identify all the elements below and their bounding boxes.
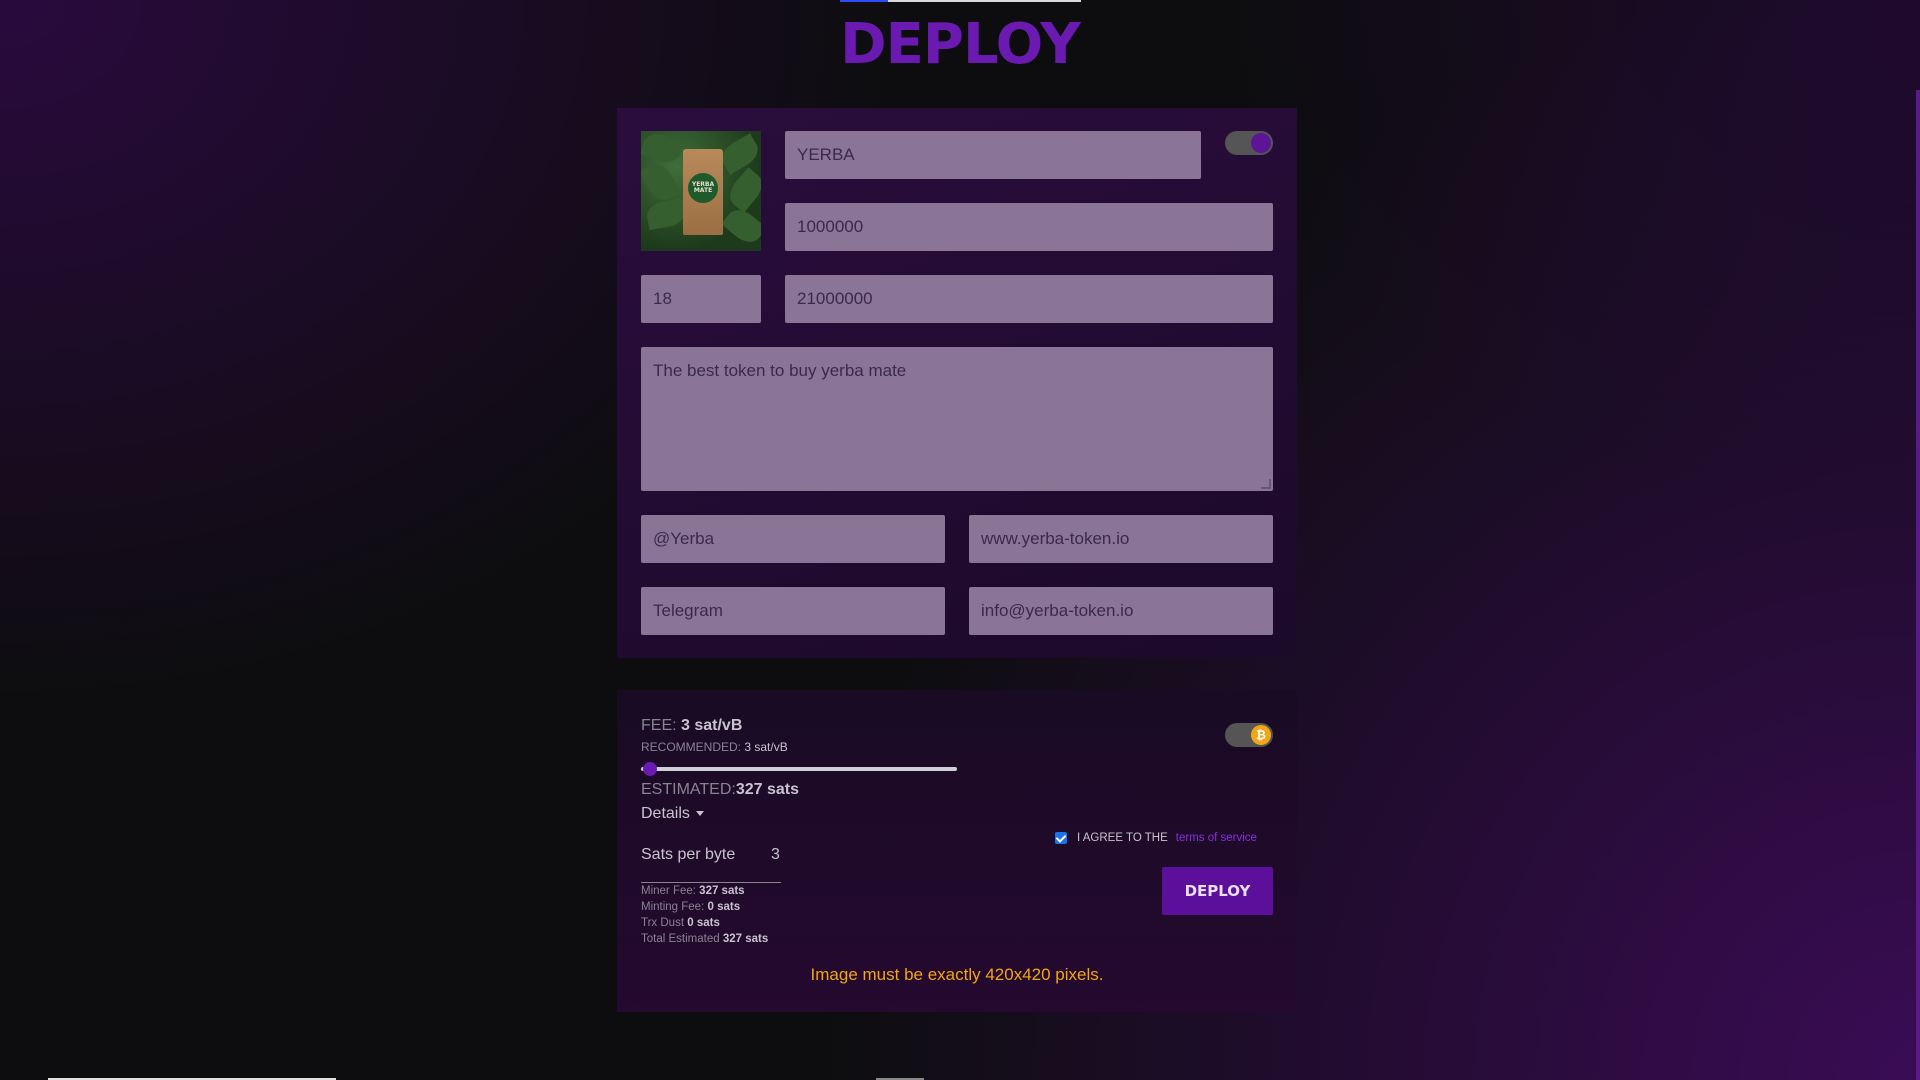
leaf-decor bbox=[641, 159, 681, 205]
estimated-value: 327 sats bbox=[735, 781, 799, 798]
agree-text: I AGREE TO THE bbox=[1077, 832, 1168, 844]
minting-fee-label: Minting Fee: bbox=[641, 901, 705, 913]
supply-input[interactable]: 1000000 bbox=[785, 203, 1273, 251]
details-label: Details bbox=[641, 805, 690, 822]
deploy-button[interactable]: DEPLOY bbox=[1162, 867, 1273, 915]
sats-per-byte-underline bbox=[641, 882, 781, 883]
description-textarea[interactable]: The best token to buy yerba mate bbox=[641, 347, 1273, 491]
bitcoin-icon: ₿ bbox=[1251, 725, 1271, 745]
minting-fee-value: 0 sats bbox=[707, 901, 741, 913]
miner-fee-label: Miner Fee: bbox=[641, 885, 696, 897]
resize-handle[interactable] bbox=[1261, 479, 1271, 489]
image-size-warning: Image must be exactly 420x420 pixels. bbox=[810, 965, 1104, 984]
recommended-label: RECOMMENDED: bbox=[641, 740, 742, 754]
email-input[interactable]: info@yerba-token.io bbox=[969, 587, 1273, 635]
token-image[interactable]: YERBA MATE bbox=[641, 131, 761, 251]
sats-per-byte-label: Sats per byte bbox=[641, 846, 736, 863]
recommended-fee: RECOMMENDED: 3 sat/vB bbox=[641, 740, 788, 754]
terms-of-service-link[interactable]: terms of service bbox=[1176, 832, 1257, 844]
estimated-fee: ESTIMATED:327 sats bbox=[641, 781, 799, 799]
page-scrollbar[interactable] bbox=[1916, 90, 1920, 1080]
recommended-value: 3 sat/vB bbox=[744, 740, 788, 754]
fee-slider[interactable] bbox=[641, 767, 957, 771]
total-estimated-value: 327 sats bbox=[722, 933, 769, 945]
trx-dust-row: Trx Dust 0 sats bbox=[641, 917, 720, 929]
caret-down-icon bbox=[696, 811, 705, 817]
top-decor-line-accent bbox=[840, 0, 888, 2]
max-supply-input[interactable]: 21000000 bbox=[785, 275, 1273, 323]
btc-toggle[interactable]: ₿ bbox=[1225, 723, 1273, 747]
terms-agreement: I AGREE TO THE terms of service bbox=[1055, 832, 1257, 844]
total-estimated-row: Total Estimated 327 sats bbox=[641, 933, 768, 945]
miner-fee-value: 327 sats bbox=[699, 885, 745, 897]
miner-fee-row: Miner Fee: 327 sats bbox=[641, 885, 745, 897]
fee-value: 3 sat/vB bbox=[681, 717, 743, 734]
total-estimated-label: Total Estimated bbox=[641, 933, 720, 945]
website-input[interactable]: www.yerba-token.io bbox=[969, 515, 1273, 563]
estimated-label: ESTIMATED: bbox=[641, 781, 736, 798]
top-toggle[interactable] bbox=[1225, 131, 1273, 155]
decimals-input[interactable]: 18 bbox=[641, 275, 761, 323]
fee-slider-thumb[interactable] bbox=[643, 762, 657, 776]
sats-per-byte-input[interactable]: 3 bbox=[771, 846, 780, 864]
ticker-input[interactable]: YERBA bbox=[785, 131, 1201, 179]
description-text: The best token to buy yerba mate bbox=[653, 361, 907, 380]
minting-fee-row: Minting Fee: 0 sats bbox=[641, 901, 740, 913]
leaf-decor bbox=[645, 197, 687, 231]
toggle-knob bbox=[1251, 133, 1271, 153]
agree-checkbox[interactable] bbox=[1055, 832, 1067, 844]
details-dropdown[interactable]: Details bbox=[641, 805, 705, 823]
page-title: DEPLOY bbox=[840, 12, 1081, 77]
fee-label-text: FEE: bbox=[641, 717, 677, 734]
leaf-decor bbox=[717, 133, 761, 175]
trx-dust-label: Trx Dust bbox=[641, 917, 685, 929]
fee-label: FEE: 3 sat/vB bbox=[641, 717, 742, 735]
trx-dust-value: 0 sats bbox=[687, 917, 720, 929]
bag-label: YERBA MATE bbox=[688, 173, 718, 203]
twitter-input[interactable]: @Yerba bbox=[641, 515, 945, 563]
leaf-decor bbox=[641, 131, 685, 167]
telegram-input[interactable]: Telegram bbox=[641, 587, 945, 635]
